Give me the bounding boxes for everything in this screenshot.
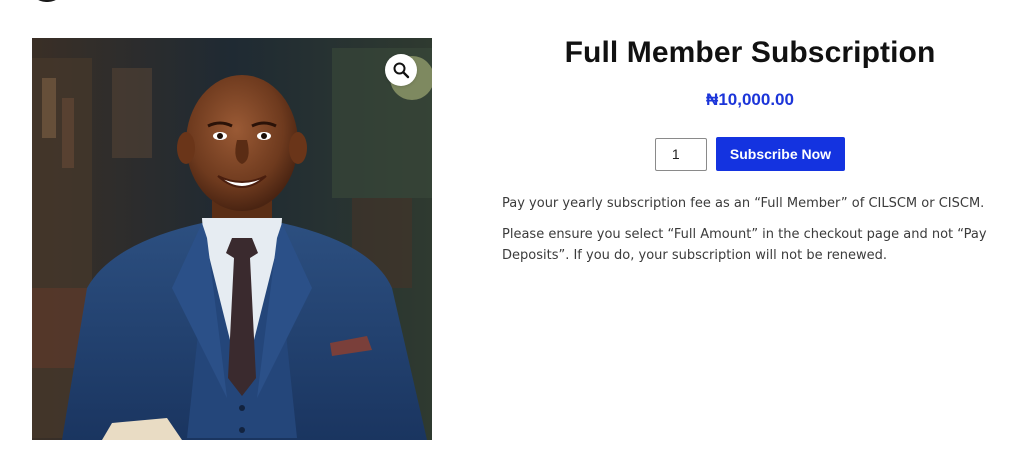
description-paragraph: Please ensure you select “Full Amount” i… (502, 227, 987, 263)
add-to-cart-form: Subscribe Now (490, 137, 1010, 171)
portrait-illustration (32, 38, 432, 440)
subscribe-now-button[interactable]: Subscribe Now (715, 137, 846, 171)
magnifier-icon (393, 62, 410, 79)
zoom-button[interactable] (385, 54, 417, 86)
header-logo-fragment (30, 0, 64, 2)
product-title: Full Member Subscription (564, 36, 936, 69)
product-price: ₦10,000.00 (706, 90, 794, 109)
description-paragraph: Pay your yearly subscription fee as an “… (502, 196, 985, 211)
product-summary: Full Member Subscription ₦10,000.00 Subs… (490, 30, 1010, 276)
quantity-input[interactable] (654, 137, 707, 171)
product-description: Pay your yearly subscription fee as an “… (502, 193, 992, 266)
product-page: Full Member Subscription ₦10,000.00 Subs… (0, 0, 1024, 475)
product-image[interactable] (32, 38, 432, 440)
